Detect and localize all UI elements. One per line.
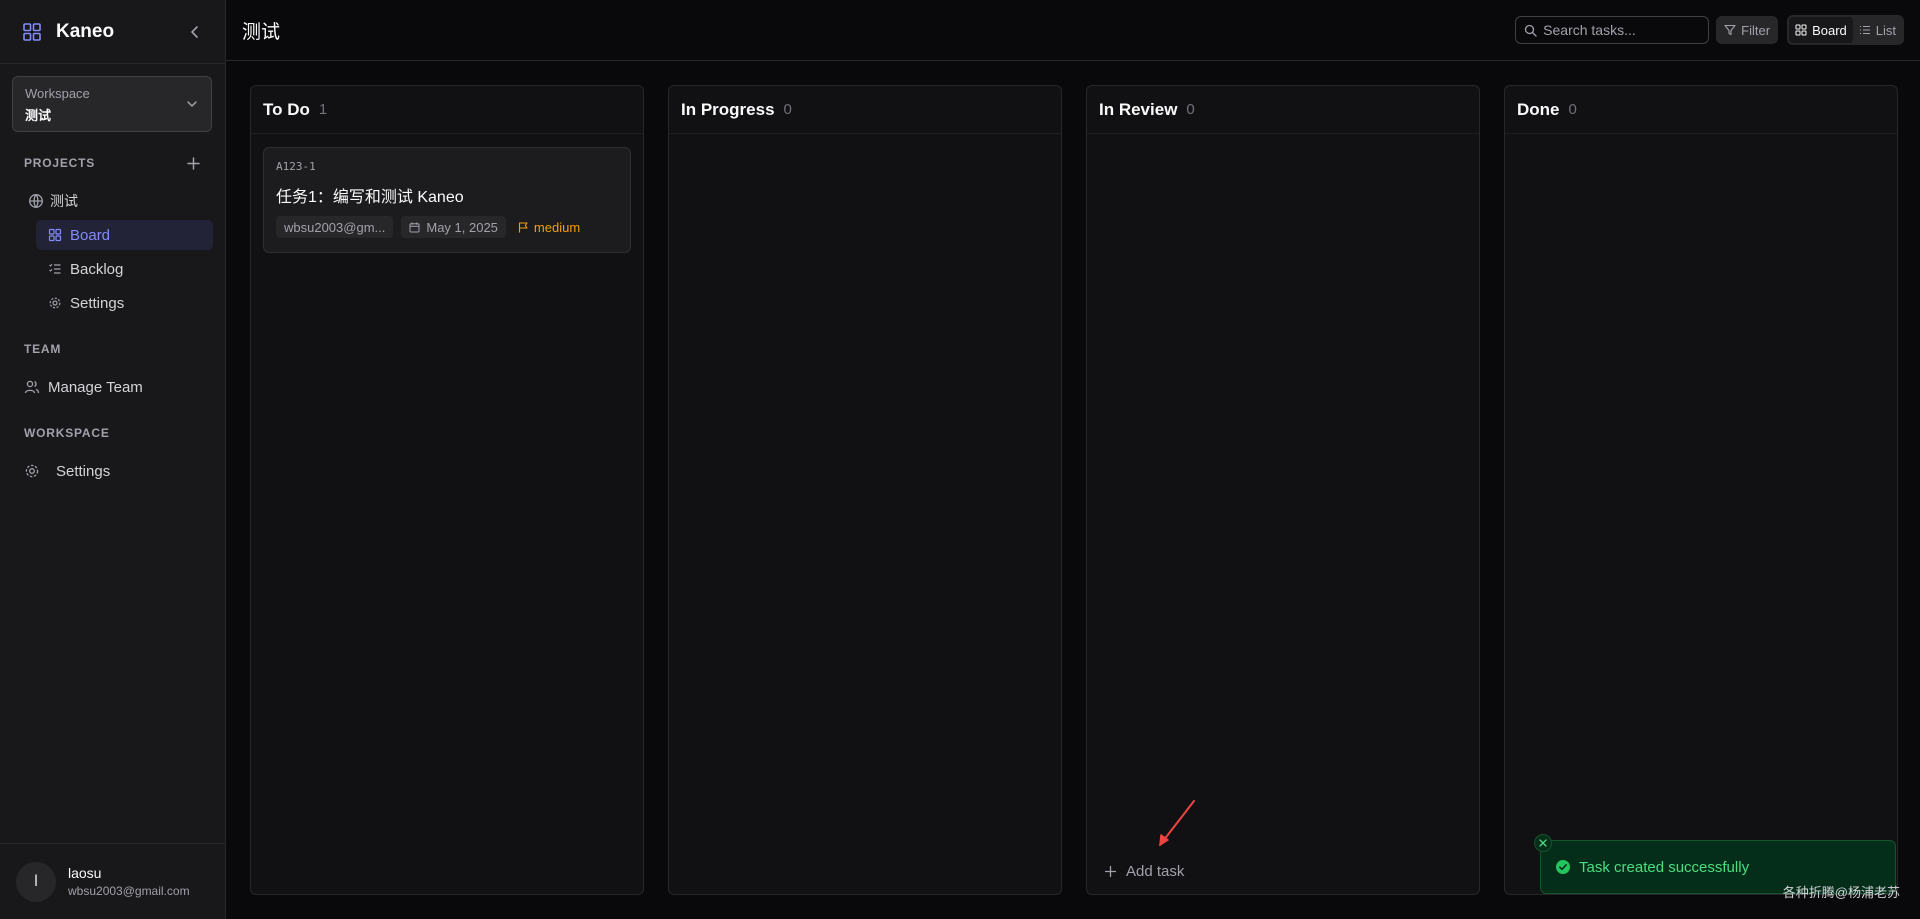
add-task-button[interactable]: Add task [1104, 863, 1184, 880]
gear-icon [25, 464, 39, 478]
search-input[interactable] [1543, 22, 1694, 38]
globe-icon [29, 194, 43, 208]
board-view-button[interactable]: Board [1789, 17, 1853, 43]
task-card[interactable]: A123-1 任务1：编写和测试 Kaneo wbsu2003@gm... Ma… [263, 147, 631, 253]
flag-icon [518, 221, 528, 232]
sidebar-item-backlog[interactable]: Backlog [36, 254, 213, 284]
due-date-chip: May 1, 2025 [401, 216, 506, 238]
column-title: To Do [263, 99, 310, 119]
watermark: 各种折腾@杨浦老苏 [1782, 885, 1900, 900]
collapse-sidebar-icon[interactable] [187, 24, 203, 40]
user-email: wbsu2003@gmail.com [68, 884, 190, 898]
workspace-name: 测试 [25, 108, 52, 123]
filter-button[interactable]: Filter [1716, 16, 1779, 44]
kanban-board: To Do 1 A123-1 任务1：编写和测试 Kaneo wbsu2003@… [250, 85, 1898, 895]
view-toggle: Board List [1787, 15, 1904, 45]
brand-name: Kaneo [56, 20, 115, 42]
toast-close-button[interactable] [1534, 834, 1552, 852]
column-count: 1 [318, 101, 328, 118]
add-project-icon[interactable] [186, 156, 201, 171]
page-title: 测试 [242, 21, 281, 43]
column-header: In Progress 0 [669, 86, 1061, 134]
chevron-down-icon [187, 101, 197, 107]
calendar-icon [409, 222, 420, 232]
sidebar-header: Kaneo [0, 0, 225, 64]
workspace-switcher[interactable]: Workspace 测试 [12, 76, 212, 132]
sidebar-item-label: Board [70, 226, 111, 244]
sidebar-item-manage-team[interactable]: Manage Team [24, 372, 225, 402]
list-view-label: List [1875, 22, 1896, 38]
task-meta: wbsu2003@gm... May 1, 2025 medium [276, 216, 618, 238]
column-title: In Progress [681, 99, 775, 119]
board-icon [1795, 24, 1807, 36]
sidebar-item-project[interactable]: 测试 [28, 186, 225, 216]
user-name: laosu [68, 865, 102, 881]
priority-label: medium [533, 219, 581, 235]
column-title: In Review [1099, 99, 1178, 119]
sidebar: Kaneo Workspace 测试 PROJECTS 测试 Board Bac… [0, 0, 226, 919]
search-icon [1525, 24, 1537, 37]
workspace-section-title: WORKSPACE [0, 424, 225, 442]
priority-badge: medium [518, 220, 580, 235]
kaneo-logo-icon [23, 22, 41, 41]
list-icon [1859, 25, 1870, 35]
project-name: 测试 [50, 193, 78, 209]
board-view-label: Board [1812, 22, 1847, 38]
column-todo: To Do 1 A123-1 任务1：编写和测试 Kaneo wbsu2003@… [250, 85, 644, 895]
column-header: Done 0 [1505, 86, 1897, 134]
search-box[interactable] [1515, 16, 1710, 44]
filter-icon [1724, 24, 1736, 36]
app-root: Kaneo Workspace 测试 PROJECTS 测试 Board Bac… [0, 0, 1920, 919]
plus-icon [1104, 865, 1117, 878]
avatar: l [16, 861, 56, 902]
column-in-progress: In Progress 0 [668, 85, 1062, 895]
projects-heading: PROJECTS [24, 156, 96, 170]
projects-section-title: PROJECTS [0, 154, 225, 172]
assignee-email: wbsu2003@gm... [284, 219, 386, 235]
top-bar: 测试 Filter [226, 0, 1920, 61]
close-icon [1539, 839, 1547, 847]
task-title: 任务1：编写和测试 Kaneo [276, 189, 464, 206]
team-heading: TEAM [24, 342, 62, 356]
column-header: In Review 0 [1087, 86, 1479, 134]
filter-label: Filter [1741, 22, 1771, 38]
sidebar-item-label: Backlog [70, 260, 124, 278]
toast-message: Task created successfully [1579, 858, 1750, 876]
team-section-title: TEAM [0, 340, 225, 358]
sidebar-item-workspace-settings[interactable]: Settings [24, 456, 225, 486]
annotation-arrow-icon [1159, 800, 1195, 846]
task-id: A123-1 [276, 160, 316, 173]
due-date: May 1, 2025 [426, 219, 498, 235]
sidebar-item-label: Settings [70, 294, 125, 312]
column-count: 0 [1186, 101, 1195, 118]
column-done: Done 0 [1504, 85, 1898, 895]
users-icon [24, 380, 40, 394]
backlog-icon [49, 263, 61, 274]
user-profile[interactable]: l laosu wbsu2003@gmail.com [0, 843, 225, 919]
workspace-heading: WORKSPACE [24, 426, 110, 440]
workspace-label: Workspace [25, 86, 90, 101]
column-in-review: In Review 0 Add task [1086, 85, 1480, 895]
check-circle-icon [1556, 860, 1570, 874]
main-content: 测试 Filter [226, 0, 1920, 919]
add-task-label: Add task [1126, 863, 1185, 880]
list-view-button[interactable]: List [1853, 17, 1902, 43]
column-count: 0 [1568, 101, 1577, 118]
column-title: Done [1517, 99, 1560, 119]
gear-icon [49, 297, 61, 309]
assignee-chip: wbsu2003@gm... [276, 216, 394, 238]
workspace-settings-label: Settings [56, 462, 111, 480]
column-header: To Do 1 [251, 86, 643, 134]
user-info: laosu wbsu2003@gmail.com [68, 865, 190, 898]
sidebar-item-board[interactable]: Board [36, 220, 213, 250]
column-count: 0 [783, 101, 792, 118]
board-icon [48, 228, 62, 242]
manage-team-label: Manage Team [48, 378, 143, 396]
sidebar-item-project-settings[interactable]: Settings [36, 288, 213, 318]
